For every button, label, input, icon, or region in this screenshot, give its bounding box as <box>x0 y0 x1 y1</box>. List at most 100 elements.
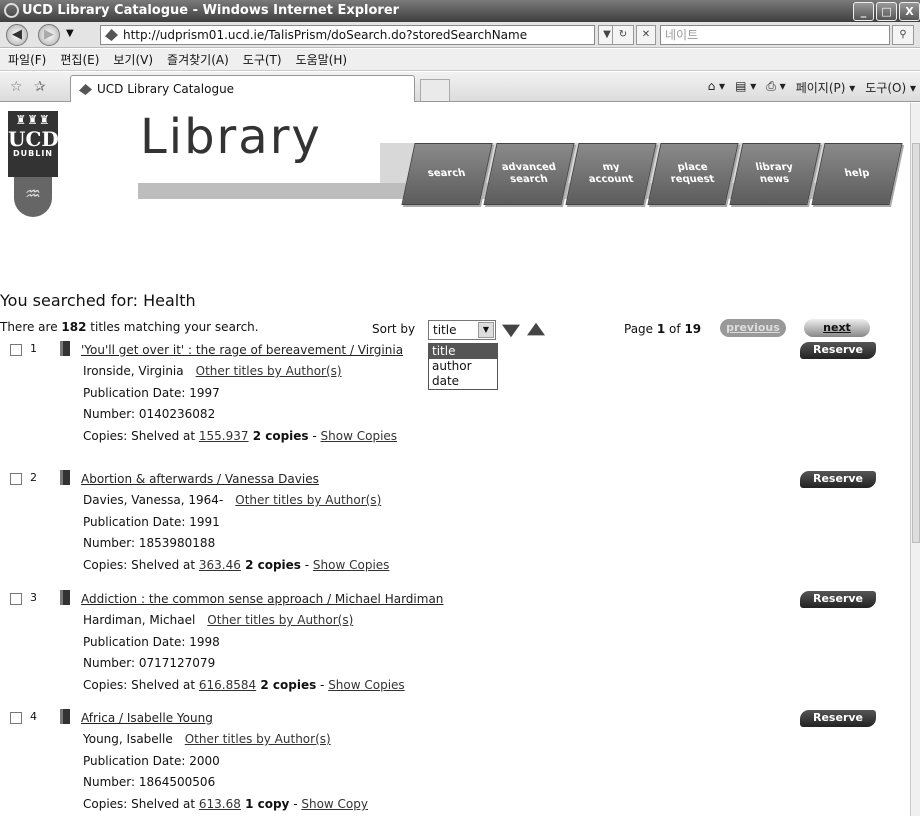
publication-date: Publication Date: 2000 <box>83 754 220 768</box>
home-icon[interactable]: ⌂ ▾ <box>708 79 725 96</box>
stop-icon[interactable]: ✕ <box>636 25 656 45</box>
command-bar: ⌂ ▾ ▤ ▾ ⎙ ▾ 페이지(P) ▾ 도구(O) ▾ <box>708 79 916 96</box>
window-title-bar: UCD Library Catalogue - Windows Internet… <box>0 0 920 22</box>
add-favorites-icon[interactable]: ✰ <box>34 79 46 95</box>
page-menu[interactable]: 페이지(P) ▾ <box>796 79 856 96</box>
ucd-logo[interactable]: ♜♜♜ UCD DUBLIN ♒ <box>8 111 59 221</box>
count-number: 182 <box>61 320 87 334</box>
menu-favorites[interactable]: 즐겨찾기(A) <box>167 49 229 70</box>
maximize-button[interactable]: □ <box>876 2 897 21</box>
result-title-link[interactable]: 'You'll get over it' : the rage of berea… <box>81 343 403 357</box>
feeds-icon[interactable]: ▤ ▾ <box>735 79 756 96</box>
select-checkbox[interactable] <box>10 593 22 605</box>
author-line: Davies, Vanessa, 1964- Other titles by Au… <box>83 493 381 507</box>
show-copies-link[interactable]: Show Copy <box>301 797 368 811</box>
menu-view[interactable]: 보기(V) <box>113 49 153 70</box>
window-title: UCD Library Catalogue - Windows Internet… <box>22 3 400 18</box>
nav-label: account <box>587 174 635 185</box>
shelfmark-link[interactable]: 616.8584 <box>199 678 256 692</box>
tab-ucd-library[interactable]: UCD Library Catalogue <box>70 75 415 102</box>
reserve-button[interactable]: Reserve <box>800 710 876 727</box>
menu-file[interactable]: 파일(F) <box>8 49 46 70</box>
print-icon[interactable]: ⎙ ▾ <box>766 79 785 96</box>
other-titles-link[interactable]: Other titles by Author(s) <box>207 613 353 627</box>
close-button[interactable]: X <box>899 2 920 21</box>
result-number: 2 <box>30 471 37 484</box>
menu-edit[interactable]: 편집(E) <box>60 49 99 70</box>
favorites-star-icon[interactable]: ☆ <box>10 79 23 95</box>
page-of: of <box>665 322 685 336</box>
nav-label: help <box>843 168 871 179</box>
result-count: There are 182 titles matching your searc… <box>0 320 259 334</box>
result-title-link[interactable]: Africa / Isabelle Young <box>81 711 213 725</box>
show-copies-link[interactable]: Show Copies <box>328 678 405 692</box>
ie-icon <box>4 3 19 18</box>
sort-dropdown-list: title author date <box>428 343 498 390</box>
copies-prefix: Copies: Shelved at <box>83 429 199 443</box>
copies-line: Copies: Shelved at 613.68 1 copy - Show … <box>83 797 368 811</box>
other-titles-link[interactable]: Other titles by Author(s) <box>235 493 381 507</box>
nav-library-news-button[interactable]: library news <box>729 143 821 205</box>
search-input[interactable]: 네이트 <box>660 25 890 45</box>
history-dropdown-icon[interactable]: ▼ <box>66 28 74 39</box>
show-copies-link[interactable]: Show Copies <box>321 429 398 443</box>
page-current: 1 <box>656 322 666 336</box>
menu-tools[interactable]: 도구(T) <box>243 49 282 70</box>
nav-label: search <box>426 168 467 179</box>
refresh-icon[interactable]: ↻ <box>612 25 634 45</box>
result-item: 4 Africa / Isabelle Young Young, Isabell… <box>10 708 900 816</box>
copies-prefix: Copies: Shelved at <box>83 558 199 572</box>
nav-label: search <box>508 174 549 185</box>
publication-date: Publication Date: 1991 <box>83 515 220 529</box>
shelfmark-link[interactable]: 155.937 <box>199 429 249 443</box>
author-name: Hardiman, Michael <box>83 613 196 627</box>
sort-option-title[interactable]: title <box>429 344 497 359</box>
select-checkbox[interactable] <box>10 344 22 356</box>
result-title-link[interactable]: Addiction : the common sense approach / … <box>81 592 443 606</box>
sort-option-date[interactable]: date <box>429 374 497 389</box>
vertical-scrollbar[interactable] <box>910 103 920 816</box>
author-line: Young, Isabelle Other titles by Author(s) <box>83 732 331 746</box>
page-prefix: Page <box>624 322 657 336</box>
search-icon[interactable]: ⚲ <box>892 25 914 45</box>
result-title-link[interactable]: Abortion & afterwards / Vanessa Davies <box>81 472 319 486</box>
select-checkbox[interactable] <box>10 712 22 724</box>
select-checkbox[interactable] <box>10 473 22 485</box>
minimize-button[interactable]: _ <box>853 2 874 21</box>
shelfmark-link[interactable]: 613.68 <box>199 797 241 811</box>
new-tab-button[interactable] <box>420 79 450 101</box>
nav-place-request-button[interactable]: place request <box>647 143 739 205</box>
menu-help[interactable]: 도움말(H) <box>296 49 348 70</box>
sort-selected-value: title <box>433 323 457 337</box>
other-titles-link[interactable]: Other titles by Author(s) <box>185 732 331 746</box>
reserve-button[interactable]: Reserve <box>800 471 876 488</box>
isbn-number: Number: 1864500506 <box>83 775 216 789</box>
reserve-button[interactable]: Reserve <box>800 342 876 359</box>
previous-button[interactable]: previous <box>720 319 786 337</box>
logo-shield: ♜♜♜ UCD DUBLIN <box>8 111 59 177</box>
reserve-button[interactable]: Reserve <box>800 591 876 608</box>
scrollbar-thumb[interactable] <box>912 143 920 543</box>
author-line: Hardiman, Michael Other titles by Author(… <box>83 613 353 627</box>
other-titles-link[interactable]: Other titles by Author(s) <box>196 364 342 378</box>
back-button[interactable]: ◀ <box>6 24 28 46</box>
forward-button[interactable]: ▶ <box>38 24 60 46</box>
sort-ascending-icon[interactable] <box>527 322 545 336</box>
nav-my-account-button[interactable]: my account <box>565 143 657 205</box>
nav-label: advanced <box>500 162 558 173</box>
tools-menu[interactable]: 도구(O) ▾ <box>865 79 916 96</box>
copies-count: 2 copies <box>248 429 309 443</box>
page-total: 19 <box>684 322 702 336</box>
sort-option-author[interactable]: author <box>429 359 497 374</box>
isbn-number: Number: 1853980188 <box>83 536 216 550</box>
sort-descending-icon[interactable] <box>502 324 520 338</box>
sort-select[interactable]: title ▼ <box>428 320 496 340</box>
next-button[interactable]: next <box>804 319 870 337</box>
nav-search-button[interactable]: search <box>401 143 493 205</box>
show-copies-link[interactable]: Show Copies <box>313 558 390 572</box>
nav-advanced-search-button[interactable]: advanced search <box>483 143 575 205</box>
address-input[interactable]: http://udprism01.ucd.ie/TalisPrism/doSea… <box>100 25 595 45</box>
copies-line: Copies: Shelved at 155.937 2 copies - Sh… <box>83 429 397 443</box>
nav-help-button[interactable]: help <box>811 143 903 205</box>
shelfmark-link[interactable]: 363.46 <box>199 558 241 572</box>
